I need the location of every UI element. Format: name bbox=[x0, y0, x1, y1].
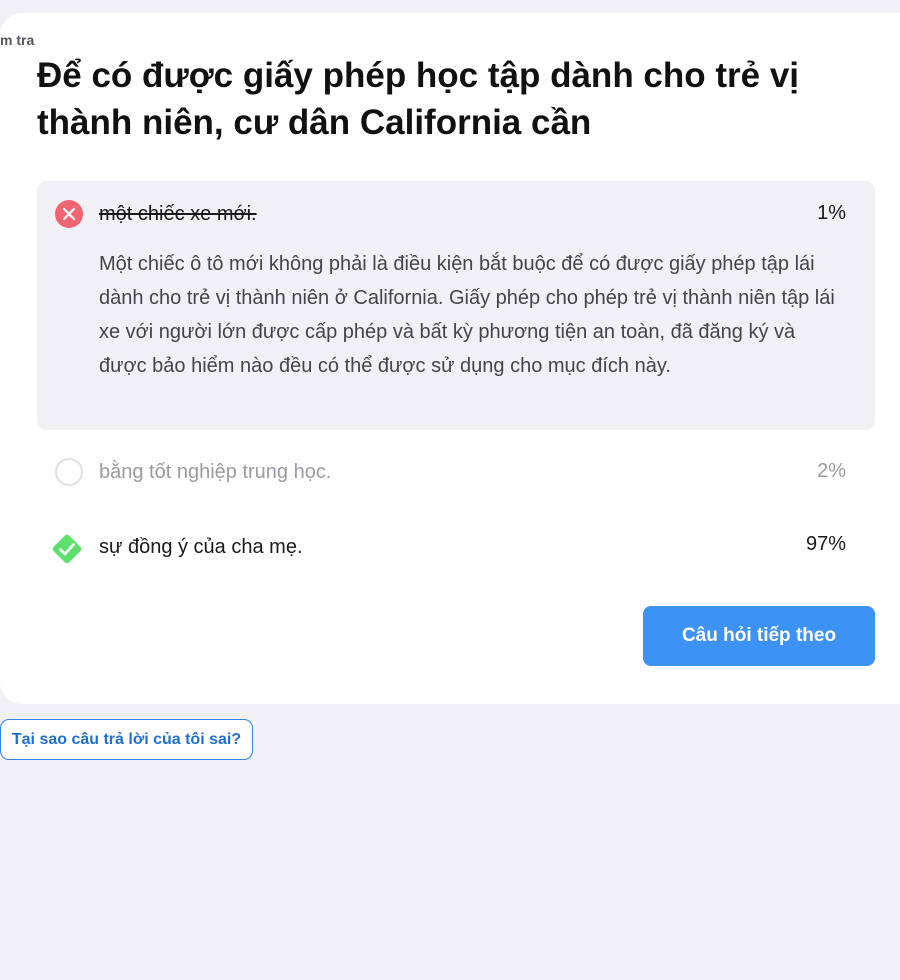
answer-text: bằng tốt nghiệp trung học. bbox=[99, 461, 332, 483]
breadcrumb: m tra bbox=[0, 32, 35, 48]
answer-option-wrong[interactable]: một chiếc xe mới. 1% Một chiếc ô tô mới … bbox=[37, 181, 875, 430]
why-wrong-button[interactable]: Tại sao câu trả lời của tôi sai? bbox=[0, 719, 253, 760]
answer-explanation: Một chiếc ô tô mới không phải là điều ki… bbox=[99, 253, 835, 377]
answer-percent: 2% bbox=[817, 460, 846, 482]
answer-text: một chiếc xe mới. bbox=[99, 203, 257, 225]
x-circle-icon bbox=[55, 200, 83, 228]
answer-option-correct[interactable]: sự đồng ý của cha mẹ. 97% bbox=[37, 520, 875, 572]
answer-option-unselected[interactable]: bằng tốt nghiệp trung học. 2% bbox=[37, 446, 875, 498]
empty-circle-icon bbox=[55, 458, 83, 486]
answer-percent: 1% bbox=[817, 202, 846, 224]
question-title: Để có được giấy phép học tập dành cho tr… bbox=[37, 56, 800, 142]
check-diamond-icon bbox=[50, 532, 84, 566]
answer-text: sự đồng ý của cha mẹ. bbox=[99, 536, 303, 558]
answer-percent: 97% bbox=[805, 533, 846, 555]
next-question-button[interactable]: Câu hỏi tiếp theo bbox=[643, 606, 875, 666]
